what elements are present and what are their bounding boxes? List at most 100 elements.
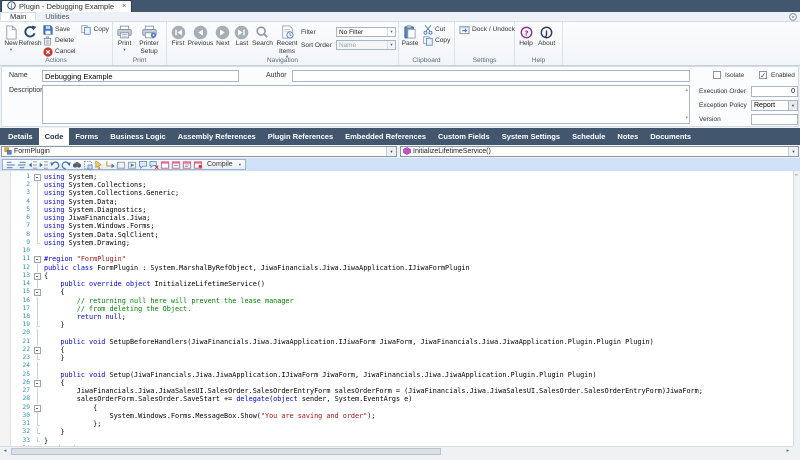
- ribbon-tab-utilities[interactable]: Utilities: [36, 12, 78, 21]
- code-line[interactable]: 20: [0, 329, 793, 337]
- code-line[interactable]: 23 }: [0, 354, 793, 362]
- code-line[interactable]: 15 {: [0, 288, 793, 296]
- break-window-2-icon[interactable]: [170, 159, 181, 170]
- scroll-left-icon[interactable]: ◂: [0, 449, 10, 455]
- break-window-3-icon[interactable]: [181, 159, 192, 170]
- tab-assembly-references[interactable]: Assembly References: [172, 128, 262, 145]
- tab-plugin-references[interactable]: Plugin References: [262, 128, 339, 145]
- isolate-checkbox[interactable]: ✓: [713, 71, 721, 79]
- cut-button[interactable]: Cut: [420, 24, 452, 35]
- compile-button[interactable]: Compile: [203, 161, 237, 168]
- tab-notes[interactable]: Notes: [611, 128, 644, 145]
- insert-pointer-icon[interactable]: [93, 159, 104, 170]
- code-line[interactable]: 31 };: [0, 420, 793, 428]
- code-line[interactable]: 7using System.Windows.Forms;: [0, 222, 793, 230]
- document-tab[interactable]: J Plugin - Debugging Example ×: [1, 0, 132, 12]
- tab-schedule[interactable]: Schedule: [566, 128, 611, 145]
- fold-collapse-icon[interactable]: [33, 255, 42, 263]
- splitter-grip-icon[interactable]: ▪▪: [795, 173, 798, 177]
- code-line[interactable]: 28 salesOrderForm.SalesOrder.SaveStart +…: [0, 395, 793, 403]
- code-line[interactable]: 5using System.Diagnostics;: [0, 206, 793, 214]
- name-input[interactable]: [42, 70, 239, 82]
- tab-forms[interactable]: Forms: [69, 128, 104, 145]
- search-button[interactable]: Search: [252, 23, 273, 48]
- comment-remove-icon[interactable]: [148, 159, 159, 170]
- scroll-right-icon[interactable]: ▸: [783, 449, 793, 455]
- code-line[interactable]: 16 // returning null here will prevent t…: [0, 297, 793, 305]
- code-editor[interactable]: 1using System;2using System.Collections;…: [0, 171, 793, 446]
- tab-embedded-references[interactable]: Embedded References: [339, 128, 432, 145]
- code-line[interactable]: 18 return null;: [0, 313, 793, 321]
- comment-add-icon[interactable]: [137, 159, 148, 170]
- horizontal-scrollbar[interactable]: ◂ ▸: [0, 446, 793, 456]
- code-line[interactable]: 32 }: [0, 428, 793, 436]
- code-line[interactable]: 26 {: [0, 379, 793, 387]
- break-window-1-icon[interactable]: [159, 159, 170, 170]
- save-button[interactable]: Save: [40, 24, 78, 35]
- redo-icon[interactable]: [60, 159, 71, 170]
- filter-select[interactable]: No Filter ▾: [336, 27, 396, 37]
- new-button[interactable]: New ▾: [2, 23, 20, 52]
- code-line[interactable]: 8using System.Data.SqlClient;: [0, 231, 793, 239]
- first-button[interactable]: First: [169, 23, 187, 48]
- refresh-button[interactable]: Refresh: [21, 23, 39, 48]
- about-button[interactable]: J About: [536, 23, 557, 48]
- undo-icon[interactable]: [49, 159, 60, 170]
- scrollbar-thumb[interactable]: [11, 448, 441, 455]
- tab-custom-fields[interactable]: Custom Fields: [432, 128, 496, 145]
- fold-collapse-icon[interactable]: [33, 404, 42, 412]
- find-icon[interactable]: [71, 159, 82, 170]
- tab-details[interactable]: Details: [2, 128, 39, 145]
- next-button[interactable]: Next: [214, 23, 232, 48]
- clipboard-copy-button[interactable]: Copy: [420, 35, 452, 46]
- vertical-scrollbar[interactable]: ▪▪: [793, 171, 800, 446]
- recent-items-button[interactable]: Recent Items ▾: [274, 23, 300, 60]
- code-line[interactable]: 30 System.Windows.Forms.MessageBox.Show(…: [0, 412, 793, 420]
- dock-undock-button[interactable]: Dock / Undock: [457, 24, 517, 35]
- tab-business-logic[interactable]: Business Logic: [104, 128, 171, 145]
- ribbon-options-icon[interactable]: [789, 13, 797, 21]
- code-line[interactable]: 19 }: [0, 321, 793, 329]
- toolbar-overflow-icon[interactable]: ▾: [237, 162, 243, 168]
- tab-documents[interactable]: Documents: [644, 128, 697, 145]
- fold-collapse-icon[interactable]: [33, 346, 42, 354]
- scroll-up-icon[interactable]: ▴: [685, 88, 688, 93]
- tab-system-settings[interactable]: System Settings: [496, 128, 566, 145]
- code-line[interactable]: 13{: [0, 272, 793, 280]
- code-line[interactable]: 4using System.Data;: [0, 198, 793, 206]
- indent-increase-icon[interactable]: [38, 159, 49, 170]
- fold-collapse-icon[interactable]: [33, 173, 42, 181]
- help-button[interactable]: ? Help: [517, 23, 535, 48]
- code-line[interactable]: 10: [0, 247, 793, 255]
- tab-code[interactable]: Code: [39, 128, 70, 145]
- execution-order-input[interactable]: [751, 86, 798, 97]
- ribbon-tab-main[interactable]: Main: [0, 12, 36, 21]
- fold-collapse-icon[interactable]: [33, 272, 42, 280]
- code-line[interactable]: 27 JiwaFinancials.Jiwa.JiwaSalesUI.Sales…: [0, 387, 793, 395]
- author-input[interactable]: [292, 70, 690, 82]
- goto-line-icon[interactable]: [104, 159, 115, 170]
- enabled-checkbox[interactable]: ✓: [759, 71, 767, 79]
- printer-setup-button[interactable]: Printer Setup: [135, 23, 163, 55]
- fold-collapse-icon[interactable]: [33, 379, 42, 387]
- code-line[interactable]: 14 public override object InitializeLife…: [0, 280, 793, 288]
- code-line[interactable]: 2using System.Collections;: [0, 181, 793, 189]
- frame-run-icon[interactable]: [126, 159, 137, 170]
- last-button[interactable]: Last: [233, 23, 251, 48]
- cancel-button[interactable]: Cancel: [40, 46, 78, 57]
- print-button[interactable]: Print ▾: [115, 23, 134, 52]
- code-line[interactable]: 25 public void Setup(JiwaFinancials.Jiwa…: [0, 371, 793, 379]
- previous-button[interactable]: Previous: [188, 23, 213, 48]
- exception-policy-select[interactable]: Report ▾: [751, 100, 798, 111]
- scroll-down-icon[interactable]: ▾: [685, 116, 688, 121]
- code-line[interactable]: 3using System.Collections.Generic;: [0, 189, 793, 197]
- paste-button[interactable]: Paste: [401, 23, 419, 48]
- frame-icon[interactable]: [115, 159, 126, 170]
- fold-collapse-icon[interactable]: [33, 288, 42, 296]
- method-dropdown[interactable]: InitializeLifetimeService() ▾: [400, 146, 799, 157]
- code-line[interactable]: 12public class FormPlugin : System.Marsh…: [0, 264, 793, 272]
- select-region-icon[interactable]: [82, 159, 93, 170]
- indent-decrease-icon[interactable]: [27, 159, 38, 170]
- delete-button[interactable]: Delete: [40, 35, 78, 46]
- outline-collapse-icon[interactable]: [5, 159, 16, 170]
